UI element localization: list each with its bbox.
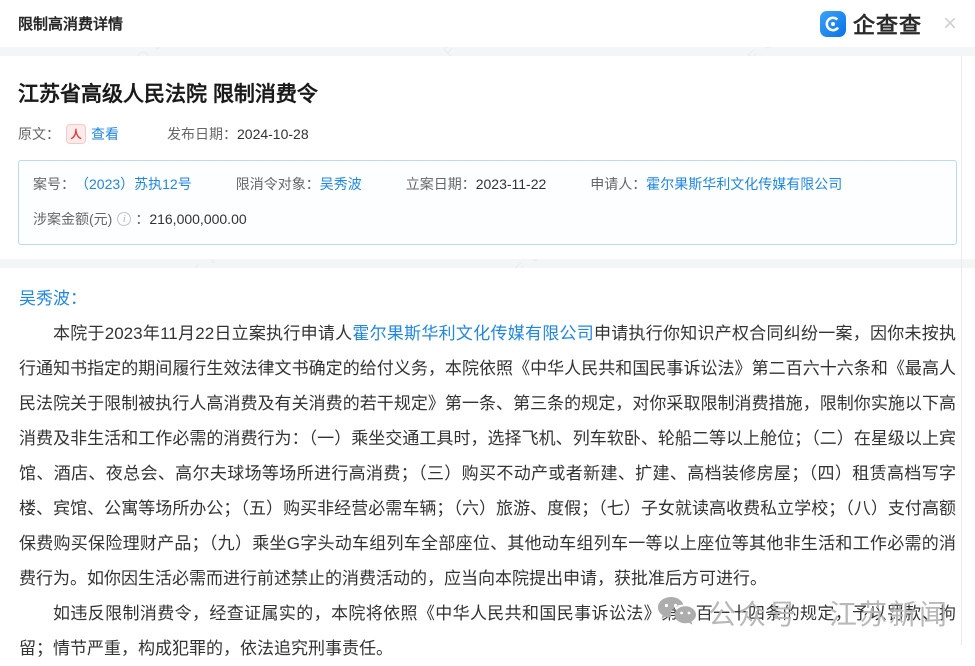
brand-name: 企查查 (853, 8, 922, 40)
case-row-1: 案号： （2023）苏执12号 限消令对象： 吴秀波 立案日期： 2023-11… (33, 174, 942, 194)
amount-value: 216,000,000.00 (149, 211, 246, 227)
applicant-group: 申请人： 霍尔果斯华利文化传媒有限公司 (590, 174, 842, 194)
qichacha-logo-icon (820, 11, 846, 37)
pdf-icon[interactable]: 人 (66, 124, 86, 144)
applicant-inline-link[interactable]: 霍尔果斯华利文化传媒有限公司 (352, 324, 594, 343)
divider-band (0, 47, 975, 56)
original-group: 原文： 人 查看 (18, 124, 119, 144)
amount-group: 涉案金额(元) i ： 216,000,000.00 (33, 209, 247, 229)
case-row-2: 涉案金额(元) i ： 216,000,000.00 (33, 209, 942, 229)
body-paragraph-2: 如违反限制消费令，经查证属实的，本院将依照《中华人民共和国民事诉讼法》第一百一十… (19, 596, 956, 666)
document-title: 江苏省高级人民法院 限制消费令 (18, 78, 957, 108)
body-paragraph-1: 本院于2023年11月22日立案执行申请人霍尔果斯华利文化传媒有限公司申请执行你… (19, 316, 956, 596)
filing-date-value: 2023-11-22 (476, 176, 547, 192)
divider-band (0, 259, 975, 268)
target-group: 限消令对象： 吴秀波 (236, 174, 362, 194)
view-original-link[interactable]: 查看 (91, 124, 119, 144)
brand-area: 企查查 × (820, 8, 957, 40)
document-body-card: 吴秀波： 本院于2023年11月22日立案执行申请人霍尔果斯华利文化传媒有限公司… (0, 268, 975, 651)
filing-date-group: 立案日期： 2023-11-22 (406, 174, 547, 194)
case-no-link[interactable]: （2023）苏执12号 (75, 174, 192, 194)
publish-date-value: 2024-10-28 (237, 126, 309, 142)
filing-date-label: 立案日期： (406, 174, 476, 194)
amount-colon: ： (135, 209, 149, 229)
meta-row: 原文： 人 查看 发布日期： 2024-10-28 (18, 124, 957, 144)
scrollbar-track[interactable] (961, 56, 962, 645)
amount-label: 涉案金额(元) (33, 209, 112, 229)
publish-date-group: 发布日期： 2024-10-28 (167, 124, 309, 144)
paragraph-1-suffix: 申请执行你知识产权合同纠纷一案，因你未按执行通知书指定的期间履行生效法律文书确定… (19, 324, 956, 588)
close-icon[interactable]: × (943, 12, 957, 36)
window-header: 限制高消费详情 企查查 × (0, 0, 975, 47)
paragraph-1-prefix: 本院于2023年11月22日立案执行申请人 (53, 324, 352, 343)
page-title: 限制高消费详情 (18, 13, 123, 34)
applicant-link[interactable]: 霍尔果斯华利文化传媒有限公司 (646, 174, 842, 194)
addressee-link[interactable]: 吴秀波： (19, 281, 956, 316)
target-link[interactable]: 吴秀波 (320, 174, 362, 194)
case-no-label: 案号： (33, 174, 75, 194)
info-icon[interactable]: i (117, 212, 131, 226)
case-no-group: 案号： （2023）苏执12号 (33, 174, 192, 194)
summary-card: 江苏省高级人民法院 限制消费令 原文： 人 查看 发布日期： 2024-10-2… (0, 56, 975, 259)
applicant-label: 申请人： (590, 174, 646, 194)
original-label: 原文： (18, 124, 60, 144)
publish-date-label: 发布日期： (167, 124, 237, 144)
case-info-box: 案号： （2023）苏执12号 限消令对象： 吴秀波 立案日期： 2023-11… (18, 160, 957, 245)
document-body: 吴秀波： 本院于2023年11月22日立案执行申请人霍尔果斯华利文化传媒有限公司… (19, 281, 956, 666)
target-label: 限消令对象： (236, 174, 320, 194)
